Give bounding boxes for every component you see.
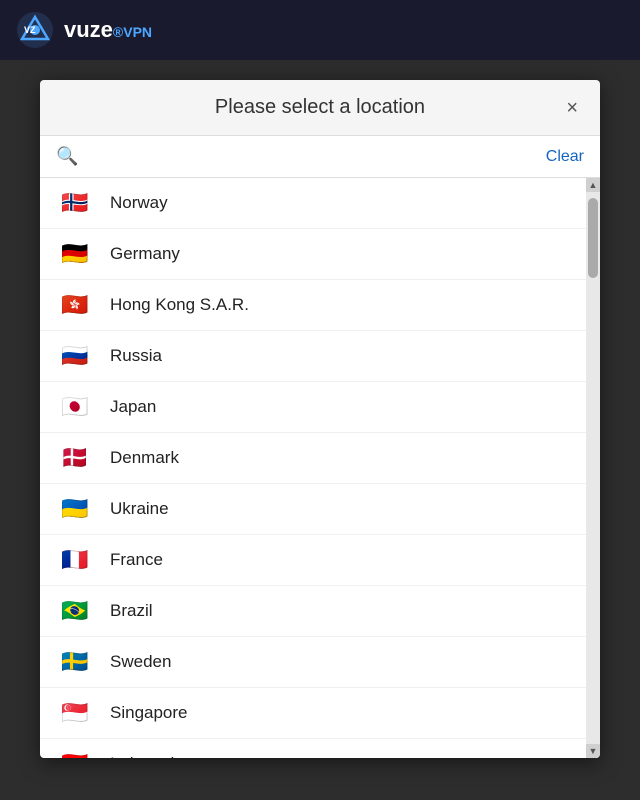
country-name-france: France — [110, 550, 163, 570]
country-item-russia[interactable]: 🇷🇺 Russia — [40, 331, 586, 382]
country-name-ukraine: Ukraine — [110, 499, 169, 519]
vuze-logo-icon: VZ — [16, 11, 54, 49]
flag-brazil: 🇧🇷 — [56, 598, 94, 624]
country-name-denmark: Denmark — [110, 448, 179, 468]
flag-france: 🇫🇷 — [56, 547, 94, 573]
country-name-germany: Germany — [110, 244, 180, 264]
country-name-sweden: Sweden — [110, 652, 171, 672]
country-list: 🇳🇴 Norway 🇩🇪 Germany 🇭🇰 Hong Kong S.A.R. 🇷🇺 Rus… — [40, 178, 586, 758]
country-item-singapore[interactable]: 🇸🇬 Singapore — [40, 688, 586, 739]
country-name-japan: Japan — [110, 397, 156, 417]
close-button[interactable]: × — [560, 96, 584, 120]
country-item-hong-kong[interactable]: 🇭🇰 Hong Kong S.A.R. — [40, 280, 586, 331]
modal-title: Please select a location — [215, 96, 425, 119]
country-item-japan[interactable]: 🇯🇵 Japan — [40, 382, 586, 433]
country-item-france[interactable]: 🇫🇷 France — [40, 535, 586, 586]
country-item-sweden[interactable]: 🇸🇪 Sweden — [40, 637, 586, 688]
search-bar: 🔍 Clear — [40, 136, 600, 178]
country-item-indonesia[interactable]: 🇮🇩 Indonesia — [40, 739, 586, 758]
country-name-brazil: Brazil — [110, 601, 153, 621]
country-item-brazil[interactable]: 🇧🇷 Brazil — [40, 586, 586, 637]
flag-russia: 🇷🇺 — [56, 343, 94, 369]
country-name-russia: Russia — [110, 346, 162, 366]
flag-singapore: 🇸🇬 — [56, 700, 94, 726]
flag-norway: 🇳🇴 — [56, 190, 94, 216]
country-item-denmark[interactable]: 🇩🇰 Denmark — [40, 433, 586, 484]
svg-text:VZ: VZ — [24, 25, 36, 35]
country-item-ukraine[interactable]: 🇺🇦 Ukraine — [40, 484, 586, 535]
scrollbar-down-arrow[interactable]: ▼ — [586, 744, 600, 758]
flag-sweden: 🇸🇪 — [56, 649, 94, 675]
scrollbar-up-arrow[interactable]: ▲ — [586, 178, 600, 192]
search-input[interactable] — [88, 148, 535, 166]
flag-indonesia: 🇮🇩 — [56, 751, 94, 758]
country-list-wrapper: 🇳🇴 Norway 🇩🇪 Germany 🇭🇰 Hong Kong S.A.R. 🇷🇺 Rus… — [40, 178, 600, 758]
flag-denmark: 🇩🇰 — [56, 445, 94, 471]
scrollbar-track — [586, 192, 600, 744]
flag-ukraine: 🇺🇦 — [56, 496, 94, 522]
country-name-hong-kong: Hong Kong S.A.R. — [110, 295, 249, 315]
country-name-norway: Norway — [110, 193, 168, 213]
scrollbar-thumb[interactable] — [588, 198, 598, 278]
modal-header: Please select a location × — [40, 80, 600, 136]
flag-germany: 🇩🇪 — [56, 241, 94, 267]
flag-japan: 🇯🇵 — [56, 394, 94, 420]
logo-text: vuze®VPN — [64, 17, 152, 43]
search-icon: 🔍 — [56, 146, 78, 167]
country-name-indonesia: Indonesia — [110, 754, 184, 758]
location-modal: Please select a location × 🔍 Clear 🇳🇴 Nor… — [40, 80, 600, 758]
country-item-germany[interactable]: 🇩🇪 Germany — [40, 229, 586, 280]
country-item-norway[interactable]: 🇳🇴 Norway — [40, 178, 586, 229]
top-bar: VZ vuze®VPN — [0, 0, 640, 60]
country-name-singapore: Singapore — [110, 703, 188, 723]
flag-hong-kong: 🇭🇰 — [56, 292, 94, 318]
clear-button[interactable]: Clear — [546, 148, 584, 166]
scrollbar: ▲ ▼ — [586, 178, 600, 758]
